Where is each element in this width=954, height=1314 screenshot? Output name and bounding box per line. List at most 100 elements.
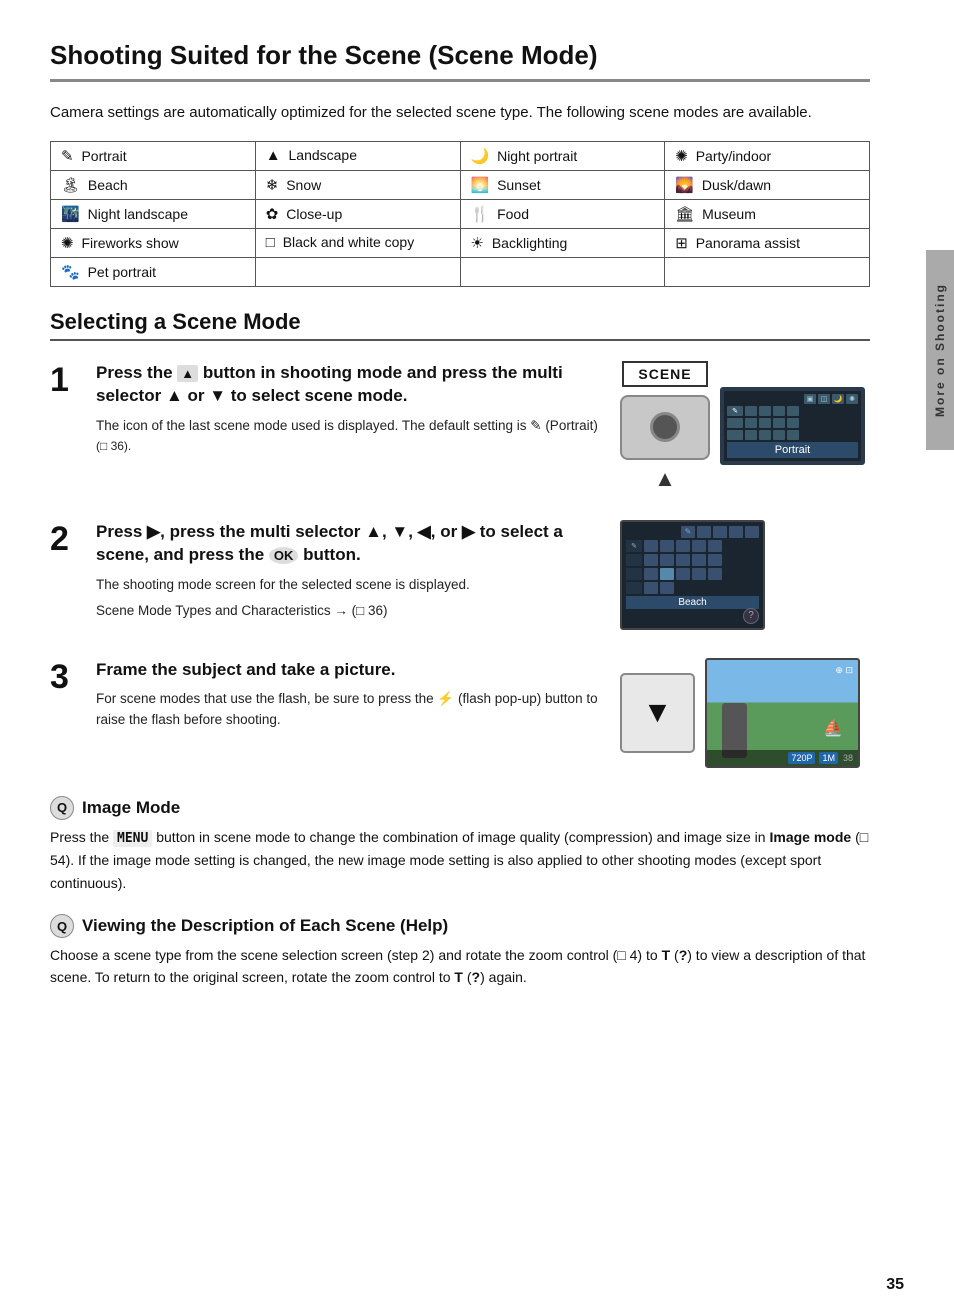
step1-cam-display: ▣ ◫ 🌙 ✺ ✎ xyxy=(720,387,865,465)
step-2-desc2: Scene Mode Types and Characteristics → (… xyxy=(96,601,602,621)
resolution-badge: 720P xyxy=(788,752,815,764)
table-row: ✎ Portrait ▲ Landscape 🌙 Night portrait … xyxy=(51,141,870,170)
landscape-icon: ▲ xyxy=(266,147,281,164)
step-3-desc: For scene modes that use the flash, be s… xyxy=(96,689,602,730)
cam-icon xyxy=(729,526,743,538)
cam-row: ✎ xyxy=(626,526,759,538)
table-cell: ✿ Close-up xyxy=(255,199,460,228)
sidebar-tab-label: More on Shooting xyxy=(933,283,947,417)
cam-icon xyxy=(745,406,757,416)
night-portrait-icon: 🌙 xyxy=(471,148,490,165)
sunset-icon: 🌅 xyxy=(471,177,490,194)
step-2: 2 Press ▶, press the multi selector ▲, ▼… xyxy=(50,520,870,630)
closeup-icon: ✿ xyxy=(266,206,279,223)
camera-lens xyxy=(650,412,680,442)
cam-mode-label: Portrait xyxy=(727,442,858,458)
size-badge: 1M xyxy=(819,752,838,764)
t-bold2: T xyxy=(454,969,463,985)
step-2-content: Press ▶, press the multi selector ▲, ▼, … xyxy=(96,520,602,622)
cam-icon xyxy=(708,568,722,580)
table-cell: ☀ Backlighting xyxy=(460,228,665,257)
boat-icon: ⛵ xyxy=(823,718,843,738)
step-1-desc: The icon of the last scene mode used is … xyxy=(96,416,602,457)
table-row: ✺ Fireworks show □ Black and white copy … xyxy=(51,228,870,257)
page-number: 35 xyxy=(886,1276,904,1294)
section-heading: Selecting a Scene Mode xyxy=(50,309,870,341)
cam-display-inner: ▣ ◫ 🌙 ✺ ✎ xyxy=(724,391,861,461)
table-cell xyxy=(460,257,665,286)
cam-icon: ◫ xyxy=(818,394,830,404)
table-cell: ⊞ Panorama assist xyxy=(665,228,870,257)
step1-scene-selector: SCENE ▲ xyxy=(620,361,710,492)
cam-icon: ✎ xyxy=(727,406,743,416)
sidebar-tab: More on Shooting xyxy=(926,250,954,450)
viewing-desc-icon: Q xyxy=(50,914,74,938)
steps-container: 1 Press the ▲ button in shooting mode an… xyxy=(50,361,870,768)
step-2-desc1: The shooting mode screen for the selecte… xyxy=(96,575,602,595)
cam-icon xyxy=(787,430,799,440)
step-1-title: Press the ▲ button in shooting mode and … xyxy=(96,361,602,409)
portrait-icon: ✎ xyxy=(61,148,74,165)
table-cell: ✺ Party/indoor xyxy=(665,141,870,170)
image-mode-icon: Q xyxy=(50,796,74,820)
cam-icon xyxy=(644,582,658,594)
viewing-desc-box: Q Viewing the Description of Each Scene … xyxy=(50,914,870,989)
cam-icon xyxy=(708,540,722,552)
camera-body xyxy=(620,395,710,460)
cam-icon xyxy=(692,554,706,566)
cam-icon xyxy=(745,418,757,428)
table-cell xyxy=(255,257,460,286)
cam-icon xyxy=(708,554,722,566)
table-cell: 🌙 Night portrait xyxy=(460,141,665,170)
cam-icon: ✎ xyxy=(681,526,695,538)
cam-icon xyxy=(692,540,706,552)
scene-label-box: SCENE xyxy=(622,361,707,387)
cam-side: ✎ xyxy=(626,540,642,552)
table-cell: 🏛 Museum xyxy=(665,199,870,228)
image-mode-title: Image Mode xyxy=(82,798,180,818)
table-cell: 🐾 Pet portrait xyxy=(51,257,256,286)
cam-icon: ▣ xyxy=(804,394,816,404)
step-3-content: Frame the subject and take a picture. Fo… xyxy=(96,658,602,730)
cam-icon xyxy=(773,418,785,428)
snow-icon: ❄ xyxy=(266,177,279,194)
viewing-desc-title: Viewing the Description of Each Scene (H… xyxy=(82,916,448,936)
table-row: 🐾 Pet portrait xyxy=(51,257,870,286)
cam-icon xyxy=(676,568,690,580)
cam-row xyxy=(626,582,759,594)
table-cell: □ Black and white copy xyxy=(255,228,460,257)
beach-icon: 🏝 xyxy=(61,177,80,194)
image-mode-box: Q Image Mode Press the MENU button in sc… xyxy=(50,796,870,895)
cam-icon xyxy=(676,540,690,552)
table-row: 🌃 Night landscape ✿ Close-up 🍴 Food 🏛 Mu… xyxy=(51,199,870,228)
image-mode-body: Press the MENU button in scene mode to c… xyxy=(50,826,870,895)
step-3-images: ▼ ⛵ ⊕ ⊡ 720P 1M 38 xyxy=(620,658,870,768)
table-cell: 🍴 Food xyxy=(460,199,665,228)
bw-copy-icon: □ xyxy=(266,234,275,251)
cam-icon xyxy=(644,540,658,552)
step2-cam-display: ✎ ✎ xyxy=(620,520,765,630)
step-1-content: Press the ▲ button in shooting mode and … xyxy=(96,361,602,457)
cam-icon xyxy=(787,406,799,416)
step-3: 3 Frame the subject and take a picture. … xyxy=(50,658,870,768)
cam-mode-label-2: Beach xyxy=(626,596,759,609)
pet-icon: 🐾 xyxy=(61,264,80,281)
dusk-icon: 🌄 xyxy=(675,177,694,194)
cam-icon xyxy=(759,406,771,416)
step-2-title: Press ▶, press the multi selector ▲, ▼, … xyxy=(96,520,602,568)
cam-icon: ✺ xyxy=(846,394,858,404)
cam-icon xyxy=(660,582,674,594)
cam-row xyxy=(626,554,759,566)
landscape-screen: ⛵ ⊕ ⊡ 720P 1M 38 xyxy=(705,658,860,768)
table-cell: 🌃 Night landscape xyxy=(51,199,256,228)
table-cell: 🌄 Dusk/dawn xyxy=(665,170,870,199)
backlighting-icon: ☀ xyxy=(471,235,484,252)
page-container: Shooting Suited for the Scene (Scene Mod… xyxy=(0,0,920,1049)
cam-icon: 🌙 xyxy=(832,394,844,404)
cam-side xyxy=(626,582,642,594)
question-bold: ? xyxy=(679,947,688,963)
menu-keyword: MENU xyxy=(113,830,152,847)
step-1-images: SCENE ▲ ▣ ◫ 🌙 ✺ xyxy=(620,361,870,492)
cam-icon xyxy=(676,554,690,566)
cam-icon xyxy=(787,418,799,428)
